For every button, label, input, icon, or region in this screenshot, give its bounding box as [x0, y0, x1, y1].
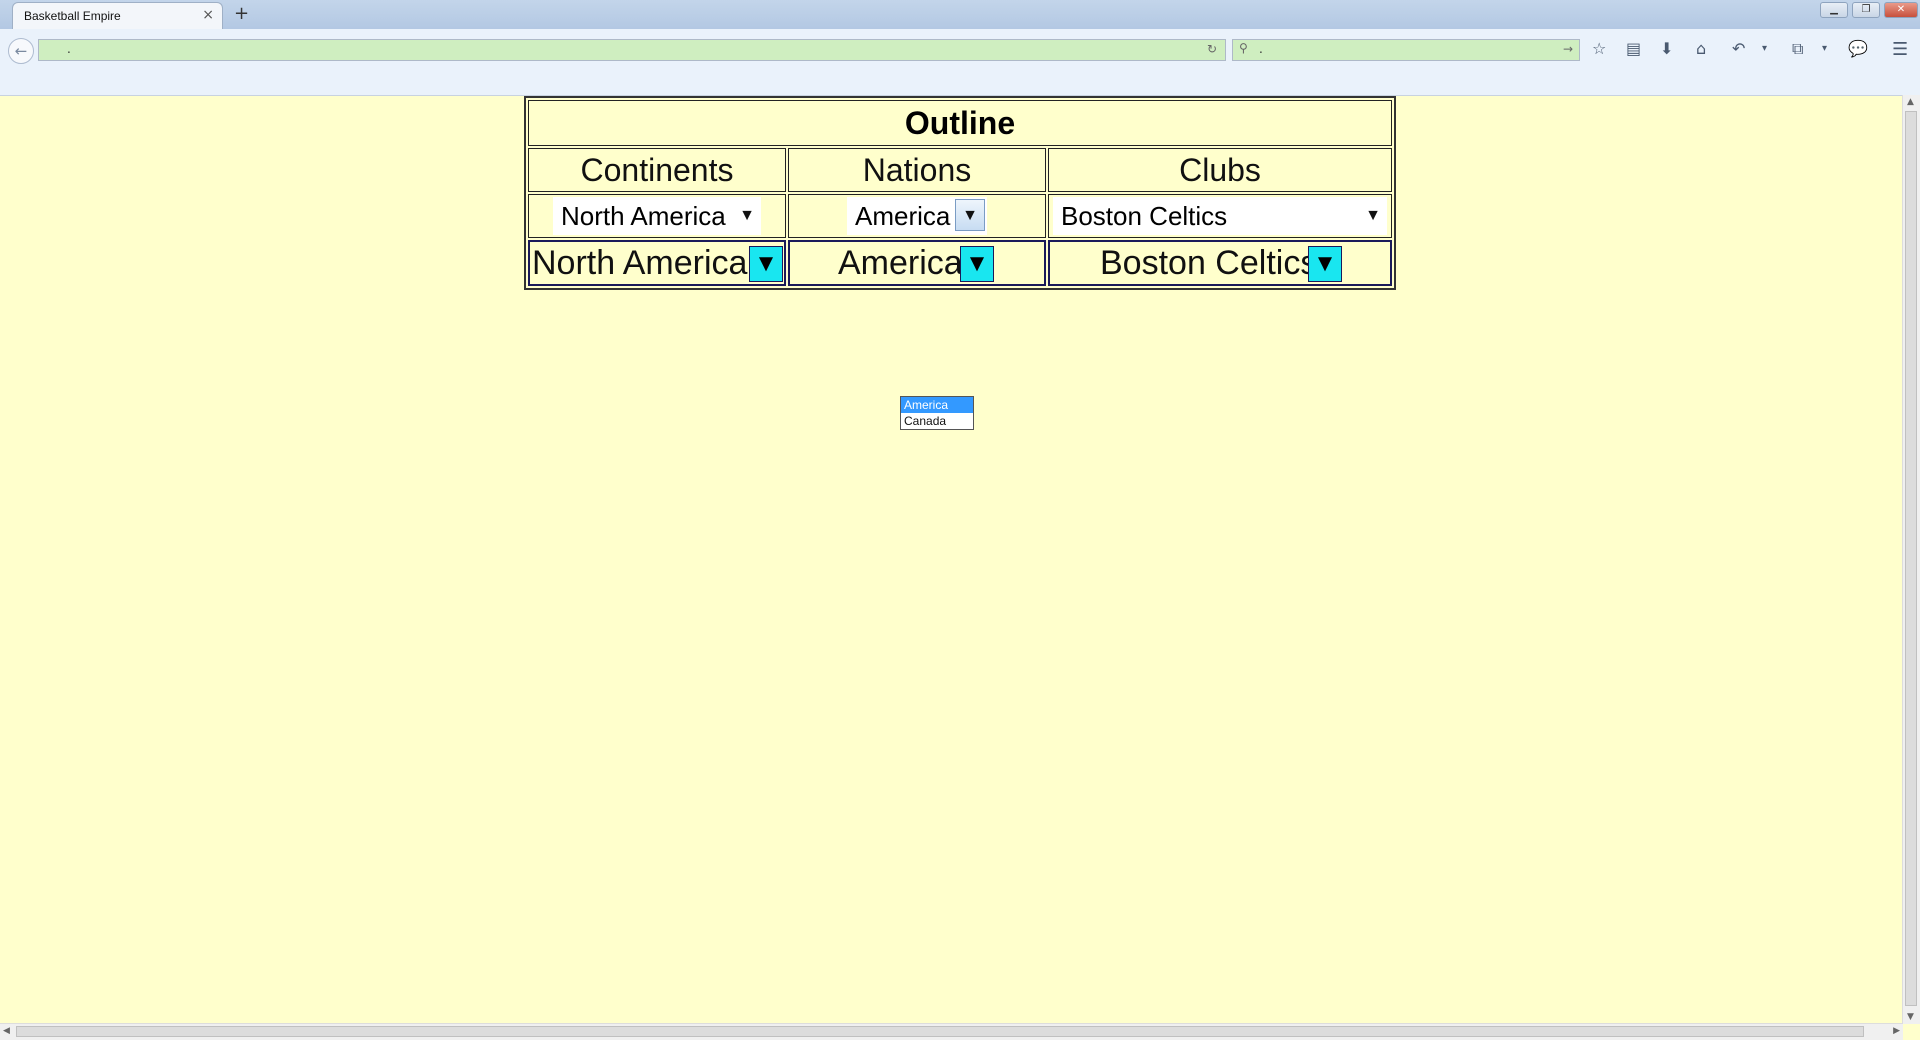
new-tab-button[interactable]: +	[234, 3, 249, 24]
scroll-left-icon[interactable]: ◀	[3, 1026, 10, 1036]
nation-select[interactable]: America ▼	[847, 197, 987, 235]
tab-close-icon[interactable]: ×	[202, 7, 214, 23]
triangle-down-icon[interactable]: ▼	[749, 246, 783, 282]
column-header-nations: Nations	[788, 148, 1046, 192]
outline-table: Outline Continents Nations Clubs North A…	[524, 96, 1396, 290]
browser-tab[interactable]: Basketball Empire ×	[12, 2, 223, 29]
search-bar[interactable]: ⚲ . →	[1232, 39, 1580, 61]
home-icon[interactable]: ⌂	[1696, 39, 1706, 58]
club-select-cell: Boston Celtics ▼	[1048, 194, 1392, 238]
tab-title: Basketball Empire	[24, 9, 121, 23]
column-header-clubs: Clubs	[1048, 148, 1392, 192]
club-custom-select[interactable]: Boston Celtics ▼	[1050, 242, 1390, 284]
scroll-right-icon[interactable]: ▶	[1893, 1026, 1900, 1036]
outline-title: Outline	[528, 100, 1392, 146]
nation-custom-select-cell: America ▼	[788, 240, 1046, 286]
crop-dropdown-icon[interactable]: ▾	[1822, 43, 1827, 54]
navigation-bar: ← . ↻ ⚲ . → ☆ ▤ ⬇ ⌂ ↶ ▾ ⧉ ▾ 💬 ☰	[0, 29, 1920, 96]
continent-select[interactable]: North America ▼	[553, 197, 761, 235]
back-arrow-icon[interactable]: ←	[8, 38, 34, 64]
club-custom-select-value: Boston Celtics	[1100, 244, 1318, 282]
vertical-scrollbar[interactable]: ▲ ▼	[1902, 95, 1920, 1024]
download-icon[interactable]: ⬇	[1660, 39, 1673, 58]
url-text: .	[67, 42, 71, 56]
undo-icon[interactable]: ↶	[1732, 39, 1745, 58]
dropdown-option-canada[interactable]: Canada	[901, 413, 973, 429]
vertical-scroll-thumb[interactable]	[1905, 111, 1917, 1006]
scroll-up-icon[interactable]: ▲	[1907, 97, 1914, 107]
club-select-value: Boston Celtics	[1061, 201, 1228, 231]
window-maximize-button[interactable]: ❐	[1852, 2, 1880, 18]
nation-dropdown-list: America Canada	[900, 396, 974, 430]
chat-bubble-icon[interactable]: 💬	[1848, 39, 1868, 58]
window-minimize-button[interactable]: ▁	[1820, 2, 1848, 18]
nation-custom-select-value: America	[838, 244, 963, 282]
continent-select-cell: North America ▼	[528, 194, 786, 238]
continent-select-value: North America	[561, 201, 726, 231]
nation-select-cell: America ▼	[788, 194, 1046, 238]
reading-list-icon[interactable]: ▤	[1626, 39, 1641, 58]
bookmark-star-icon[interactable]: ☆	[1592, 39, 1606, 58]
chevron-down-icon[interactable]: ▼	[739, 197, 755, 235]
nation-select-value: America	[855, 201, 951, 231]
scroll-down-icon[interactable]: ▼	[1907, 1012, 1914, 1022]
reload-icon[interactable]: ↻	[1207, 42, 1217, 56]
chevron-down-icon[interactable]: ▼	[1365, 197, 1381, 235]
dropdown-option-america[interactable]: America	[901, 397, 973, 413]
chevron-down-icon[interactable]: ▼	[955, 199, 985, 231]
nation-custom-select[interactable]: America ▼	[790, 242, 1044, 284]
menu-icon[interactable]: ☰	[1892, 39, 1908, 60]
club-select[interactable]: Boston Celtics ▼	[1053, 197, 1387, 235]
tab-bar: Basketball Empire × + ▁ ❐ ✕	[0, 0, 1920, 29]
horizontal-scrollbar[interactable]: ◀ ▶	[0, 1023, 1903, 1040]
triangle-down-icon[interactable]: ▼	[1308, 246, 1342, 282]
continent-custom-select[interactable]: North America ▼	[530, 242, 784, 284]
continent-custom-select-cell: North America ▼	[528, 240, 786, 286]
search-input[interactable]: .	[1259, 42, 1263, 56]
search-go-icon[interactable]: →	[1563, 42, 1573, 56]
club-custom-select-cell: Boston Celtics ▼	[1048, 240, 1392, 286]
horizontal-scroll-thumb[interactable]	[16, 1026, 1864, 1037]
crop-icon[interactable]: ⧉	[1792, 39, 1803, 59]
continent-custom-select-value: North America	[532, 244, 748, 282]
column-header-continents: Continents	[528, 148, 786, 192]
triangle-down-icon[interactable]: ▼	[960, 246, 994, 282]
url-bar[interactable]: . ↻	[38, 39, 1226, 61]
undo-dropdown-icon[interactable]: ▾	[1762, 43, 1767, 54]
search-icon: ⚲	[1239, 41, 1248, 55]
window-close-button[interactable]: ✕	[1884, 2, 1918, 18]
